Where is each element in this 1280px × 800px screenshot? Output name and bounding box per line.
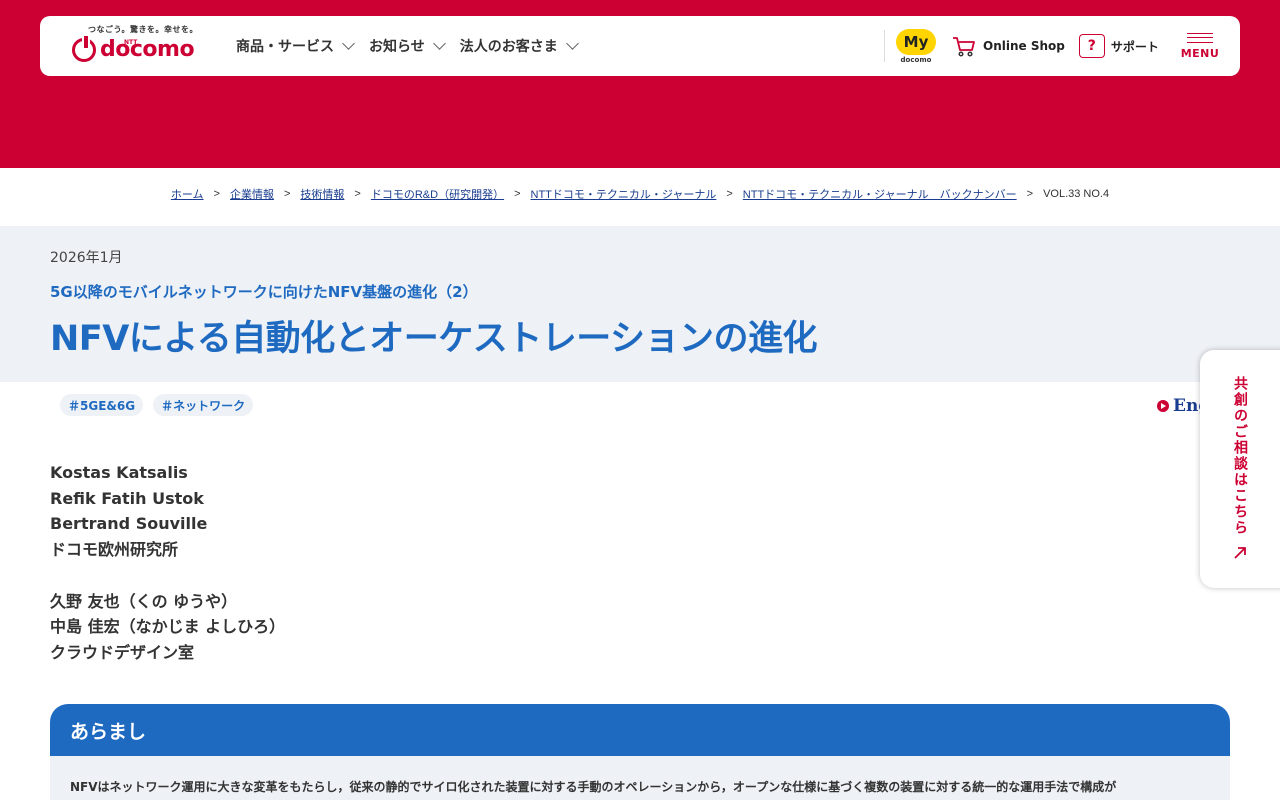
my-docomo-sub: docomo — [900, 55, 932, 64]
breadcrumb-home[interactable]: ホーム — [171, 186, 204, 202]
menu-label: MENU — [1180, 46, 1220, 60]
my-docomo-badge: My — [896, 28, 936, 55]
breadcrumb-rnd[interactable]: ドコモのR&D（研究開発） — [371, 186, 504, 202]
support-link[interactable]: ? サポート — [1078, 34, 1159, 58]
tag-list: ＃5GE&6G ＃ネットワーク — [60, 394, 254, 416]
english-link[interactable]: English — [1157, 396, 1200, 416]
author-name: 久野 友也（くの ゆうや） — [50, 591, 238, 611]
breadcrumb: ホーム > 企業情報 > 技術情報 > ドコモのR&D（研究開発） > NTTド… — [0, 186, 1280, 202]
chevron-down-icon — [565, 37, 579, 50]
help-icon: ? — [1078, 34, 1105, 58]
cart-icon — [953, 37, 975, 57]
nav-products[interactable]: 商品・サービス — [236, 36, 355, 56]
header-utilities: My docomo Online Shop ? サポート — [884, 16, 1173, 76]
nav-business-label: 法人のお客さま — [459, 39, 558, 55]
play-icon — [1157, 400, 1169, 412]
breadcrumb-separator: > — [726, 188, 733, 200]
author-name: Bertrand Souville — [50, 514, 208, 534]
breadcrumb-technology[interactable]: 技術情報 — [300, 186, 344, 202]
breadcrumb-separator: > — [514, 188, 521, 200]
nav-business[interactable]: 法人のお客さま — [459, 36, 579, 56]
article-subtitle: 5G以降のモバイルネットワークに向けたNFV基盤の進化（2） — [50, 283, 478, 301]
site-header: つなごう。驚きを。幸せを。 NTT docomo 商品・サービス お知らせ 法人… — [40, 16, 1240, 76]
author-name: Kostas Katsalis — [50, 463, 188, 482]
breadcrumb-journal[interactable]: NTTドコモ・テクニカル・ジャーナル — [531, 186, 717, 202]
abstract-text: NFVはネットワーク運用に大きな変革をもたらし，従来の静的でサイロ化された装置に… — [70, 780, 1117, 794]
co-creation-label: 共創のご相談はこちら — [1232, 376, 1248, 536]
english-link-label: English — [1173, 396, 1200, 416]
breadcrumb-separator: > — [1026, 188, 1034, 200]
breadcrumb-separator: > — [354, 188, 361, 200]
docomo-mark-icon — [72, 36, 96, 62]
chevron-down-icon — [432, 37, 446, 50]
header-divider — [884, 30, 885, 62]
chevron-down-icon — [342, 37, 355, 50]
author-list: Kostas Katsalis Refik Fatih Ustok Bertra… — [50, 460, 285, 666]
my-docomo-button[interactable]: My docomo — [895, 28, 937, 64]
breadcrumb-corporate[interactable]: 企業情報 — [230, 186, 274, 202]
abstract-header: あらまし — [50, 704, 1230, 756]
breadcrumb-backnumber[interactable]: NTTドコモ・テクニカル・ジャーナル バックナンバー — [743, 186, 1017, 202]
author-name: Refik Fatih Ustok — [50, 488, 204, 508]
support-label: サポート — [1110, 39, 1159, 54]
issue-date: 2026年1月 — [50, 250, 123, 266]
logo-wordmark: docomo — [100, 37, 195, 62]
author-name: 中島 佳宏（なかじま よしひろ） — [50, 617, 286, 637]
abstract-body: NFVはネットワーク運用に大きな変革をもたらし，従来の静的でサイロ化された装置に… — [50, 756, 1230, 800]
breadcrumb-current: VOL.33 NO.4 — [1043, 188, 1110, 200]
co-creation-consult-tab[interactable]: 共創のご相談はこちら — [1200, 350, 1280, 588]
page-title: NFVによる自動化とオーケストレーションの進化 — [50, 319, 818, 359]
tag-network[interactable]: ＃ネットワーク — [153, 394, 254, 416]
logo-tagline: つなごう。驚きを。幸せを。 — [88, 25, 199, 34]
author-affiliation: ドコモ欧州研究所 — [50, 540, 179, 560]
arrow-up-right-icon — [1234, 547, 1246, 559]
abstract-heading: あらまし — [70, 721, 147, 743]
hamburger-icon — [1187, 32, 1213, 43]
author-affiliation: クラウドデザイン室 — [50, 642, 195, 662]
nav-news-label: お知らせ — [369, 39, 425, 55]
breadcrumb-separator: > — [213, 188, 220, 200]
docomo-logo[interactable]: つなごう。驚きを。幸せを。 NTT docomo — [72, 24, 202, 68]
menu-button[interactable]: MENU — [1180, 16, 1220, 76]
breadcrumb-separator: > — [283, 188, 291, 200]
online-shop-label: Online Shop — [983, 39, 1065, 53]
online-shop-link[interactable]: Online Shop — [951, 34, 1065, 58]
main-nav: 商品・サービス お知らせ 法人のお客さま — [236, 16, 579, 76]
tag-5ge-6g[interactable]: ＃5GE&6G — [60, 394, 144, 416]
nav-products-label: 商品・サービス — [236, 39, 334, 55]
nav-news[interactable]: お知らせ — [369, 36, 446, 56]
author-spacer — [50, 563, 285, 589]
